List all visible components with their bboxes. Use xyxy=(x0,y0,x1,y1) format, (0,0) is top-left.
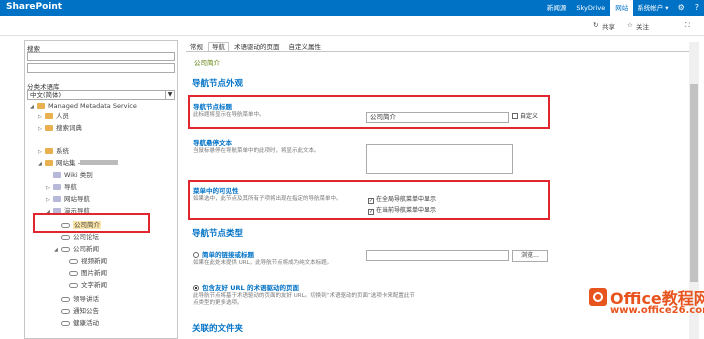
highlight-visibility xyxy=(188,180,550,220)
folder-icon xyxy=(37,103,45,109)
watermark: Office教程网 www.office26.com xyxy=(586,283,704,339)
tree-node[interactable]: ▷ 网站导航 xyxy=(46,195,90,204)
chevron-down-icon[interactable]: ▼ xyxy=(165,91,174,99)
highlight-title-field xyxy=(188,95,550,129)
expand-icon[interactable]: ▷ xyxy=(38,148,45,157)
language-select[interactable]: 中文(简体) ▼ xyxy=(27,90,175,100)
scrollbar-thumb[interactable] xyxy=(690,84,698,282)
simple-link-desc: 如果在此处未提供 URL，此导航节点将成为纯文本标题。 xyxy=(193,260,333,266)
friendly-url-radio[interactable]: 包含友好 URL 的术语驱动的页面 xyxy=(193,282,299,292)
tree-node[interactable]: 通知公告 xyxy=(54,307,99,316)
help-icon[interactable]: ? xyxy=(690,0,704,16)
share-button[interactable]: 共享 xyxy=(602,21,615,31)
termset-icon xyxy=(53,196,61,202)
tree-node[interactable]: ▷ 搜索词典 xyxy=(38,124,82,133)
folder-icon xyxy=(45,148,53,154)
tree-node[interactable]: ▷ 人员 xyxy=(38,112,69,121)
brand-title[interactable]: SharePoint xyxy=(6,2,62,12)
term-icon xyxy=(69,271,78,276)
follow-icon[interactable]: ☆ xyxy=(627,21,633,29)
section-node-type: 导航节点类型 xyxy=(192,229,244,239)
ribbon: ↻ 共享 ☆ 关注 ⛶ xyxy=(0,16,704,36)
tree-node[interactable]: ◢ Managed Metadata Service xyxy=(30,102,137,111)
tree-node[interactable]: ◢ 网站集 - xyxy=(38,159,118,168)
highlight-selected-term xyxy=(33,213,150,233)
breadcrumb: 公司简介 xyxy=(194,59,220,67)
gear-icon[interactable]: ⚙ xyxy=(673,0,690,16)
hover-field-desc: 当鼠标悬停在导航菜单中的此项时，将显示此文本。 xyxy=(193,148,320,154)
tree-node[interactable]: 文字新闻 xyxy=(62,281,107,290)
tree-node[interactable]: ▷ 导航 xyxy=(46,183,77,192)
section-appearance: 导航节点外观 xyxy=(192,79,244,89)
expand-icon[interactable]: ▷ xyxy=(46,184,53,193)
term-icon xyxy=(61,247,70,252)
browse-button[interactable]: 浏览... xyxy=(512,250,548,262)
suite-bar: SharePoint 新闻源 SkyDrive 网站 系统帐户 ▾ ⚙ ? xyxy=(0,0,704,16)
term-store-panel: 搜索 分类术语库 中文(简体) ▼ ◢ Managed Metadata Servi… xyxy=(24,40,178,339)
tree-node[interactable]: Wiki 类别 xyxy=(46,171,93,180)
term-icon xyxy=(61,309,70,314)
hover-textarea[interactable] xyxy=(366,144,513,174)
nav-sites[interactable]: 网站 xyxy=(610,0,634,16)
hover-field-label: 导航悬停文本 xyxy=(193,139,232,147)
share-icon[interactable]: ↻ xyxy=(593,21,598,29)
follow-button[interactable]: 关注 xyxy=(636,21,649,31)
tree-node[interactable]: ◢ 公司新闻 xyxy=(54,245,99,254)
nav-newsfeed[interactable]: 新闻源 xyxy=(542,0,572,16)
collapse-icon[interactable]: ◢ xyxy=(54,246,61,255)
url-input[interactable] xyxy=(366,250,509,261)
folder-icon xyxy=(45,160,53,166)
radio-icon[interactable] xyxy=(193,252,199,258)
collapse-icon[interactable]: ◢ xyxy=(38,160,45,169)
friendly-url-desc: 此导航节点将基于术语驱动的页面的友好 URL。切换到“术语驱动的页面”选项卡来配… xyxy=(193,293,415,306)
tab-divider xyxy=(186,51,689,52)
term-icon xyxy=(61,297,70,302)
nav-skydrive[interactable]: SkyDrive xyxy=(571,0,610,16)
focus-icon[interactable]: ⛶ xyxy=(685,21,690,30)
term-icon xyxy=(61,321,70,326)
collapse-icon[interactable]: ◢ xyxy=(30,103,37,112)
term-icon xyxy=(69,259,78,264)
expand-icon[interactable]: ▷ xyxy=(46,196,53,205)
office-logo-icon xyxy=(589,288,607,306)
search-results xyxy=(27,63,175,73)
account-menu[interactable]: 系统帐户 ▾ xyxy=(633,0,672,16)
tree-node[interactable]: 公司论坛 xyxy=(54,233,99,242)
expand-icon[interactable]: ▷ xyxy=(38,113,45,122)
tree-node[interactable]: 领导讲话 xyxy=(54,295,99,304)
tree-node[interactable]: ▷ 系统 xyxy=(38,147,69,156)
watermark-url: www.office26.com xyxy=(610,305,704,316)
folder-icon xyxy=(45,113,53,119)
term-icon xyxy=(61,235,70,240)
simple-link-radio[interactable]: 简单的链接或标题 xyxy=(193,249,254,259)
redacted-text xyxy=(79,160,118,165)
termset-icon xyxy=(53,172,61,178)
tree-node[interactable]: 健康活动 xyxy=(54,319,99,328)
expand-icon[interactable]: ▷ xyxy=(38,125,45,134)
section-folders: 关联的文件夹 xyxy=(192,324,244,334)
tree-node[interactable]: 视频新闻 xyxy=(62,257,107,266)
termset-icon xyxy=(53,184,61,190)
top-nav: 新闻源 SkyDrive 网站 系统帐户 ▾ ⚙ ? xyxy=(542,0,704,16)
language-value: 中文(简体) xyxy=(30,91,62,99)
tree-node[interactable]: 图片新闻 xyxy=(62,269,107,278)
search-input[interactable] xyxy=(27,52,175,61)
radio-selected-icon[interactable] xyxy=(193,285,199,291)
term-icon xyxy=(69,283,78,288)
folder-icon xyxy=(45,125,53,131)
